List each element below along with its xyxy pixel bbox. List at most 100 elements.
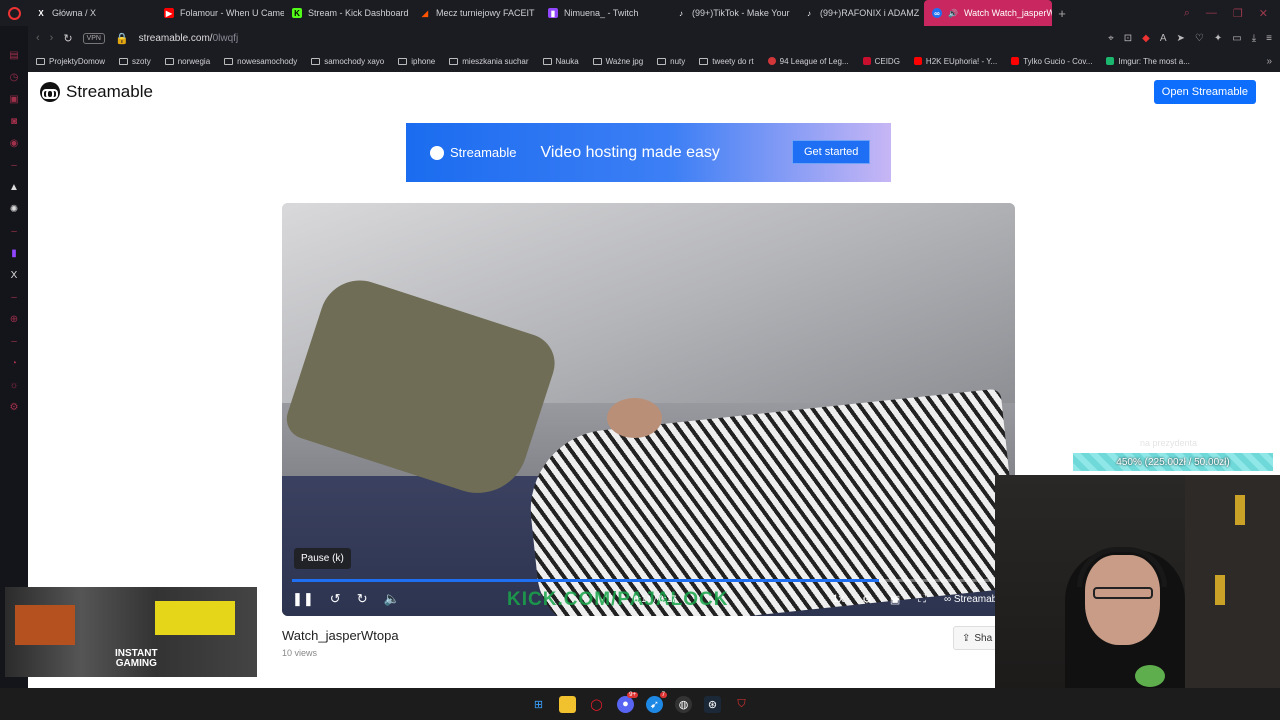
share-icon: ⇪ [962,632,971,644]
bag-icon[interactable]: ▣ [8,94,20,106]
bookmark-folder[interactable]: samochody xayo [311,57,384,66]
close-icon[interactable]: ✕ [1259,7,1268,20]
tab-kick[interactable]: K Stream - Kick Dashboard [284,0,412,26]
tab-faceit[interactable]: ◢ Mecz turniejowy FACEIT [412,0,540,26]
wallet-icon[interactable]: ▭ [1232,33,1241,44]
bookmark-folder[interactable]: nuty [657,57,685,66]
bookmark-link[interactable]: CEIDG [862,56,900,66]
tab-twitch[interactable]: ▮ Nimuena_ - Twitch [540,0,668,26]
messenger-icon[interactable]: ◙ [8,116,20,128]
maximize-icon[interactable]: ❐ [1233,7,1243,20]
lock-icon[interactable]: 🔒 [115,32,129,45]
tab-tiktok-1[interactable]: ♪ (99+)TikTok - Make Your [668,0,796,26]
bulb-icon[interactable]: ☼ [8,380,20,392]
donation-goal-bar: 450% (225.00zł / 50.00zł) [1073,453,1273,471]
url-field[interactable]: streamable.com/0lwqfj [139,33,239,44]
seek-bar[interactable] [292,579,1005,582]
twitch-icon[interactable]: ▮ [8,248,20,260]
opera-icon[interactable]: ◯ [588,696,605,713]
imgur-icon [1106,57,1115,65]
speed-dial-icon[interactable]: ▤ [8,50,20,62]
open-streamable-button[interactable]: Open Streamable [1153,80,1256,104]
extensions-icon[interactable]: ✦ [1214,33,1222,44]
forward-icon[interactable]: ↻ [357,591,368,607]
more-bookmarks-icon[interactable]: » [1266,56,1280,67]
discord-icon[interactable]: ● 9+ [617,691,638,713]
bookmark-link[interactable]: H2K EUphoria! - Y... [913,57,997,66]
bookmark-folder[interactable]: Nauka [542,57,579,66]
heart-icon[interactable]: ♡ [1195,33,1204,44]
shield-icon[interactable]: ◆ [1142,33,1150,44]
translate-icon[interactable]: A [1160,33,1167,44]
fullscreen-icon[interactable]: ⛶ [918,593,926,606]
folder-icon [657,57,667,65]
speed-button[interactable]: 1x [832,593,844,605]
instant-gaming-ad-overlay: INSTANT GAMING [5,587,257,677]
messenger-icon[interactable]: ➹ 7 [646,691,667,713]
pause-icon[interactable]: ❚❚ [292,591,314,607]
minimize-icon[interactable]: — [1206,7,1217,20]
video-title: Watch_jasperWtopa [282,628,399,643]
bookmark-label: CEIDG [874,56,900,66]
history-icon[interactable]: ◷ [8,72,20,84]
streamable-logo-icon [40,82,60,102]
bookmark-folder[interactable]: ProjektyDomow [36,57,105,66]
get-started-button[interactable]: Get started [792,140,871,164]
new-tab-icon[interactable]: + [1052,6,1072,21]
ad-banner[interactable]: Streamable Video hosting made easy Get s… [406,123,891,182]
ad-logo: Streamable [430,145,516,160]
speaker-icon[interactable]: 🔊 [948,8,958,18]
opera-menu-icon[interactable] [0,0,28,26]
streamable-logo[interactable]: Streamable [40,82,153,102]
streamable-logo-icon [430,145,444,160]
aria-icon[interactable]: ▲ [8,182,20,194]
easy-setup-icon[interactable]: ≡ [1266,33,1272,44]
send-icon[interactable]: ➤ [1177,33,1185,44]
search-tabs-icon[interactable]: ⌕ [1184,7,1190,20]
windows-start-icon[interactable]: ⊞ [530,696,547,713]
folder-icon [119,57,129,65]
obs-icon[interactable]: ◍ [675,695,692,713]
tab-youtube[interactable]: ▶ Folamour - When U Came [156,0,284,26]
pin-icon[interactable]: ⌖ [1108,33,1114,44]
clock-icon[interactable]: ◔ [8,358,20,370]
add-icon[interactable]: ⊕ [8,314,20,326]
reload-icon[interactable]: ↻ [63,32,72,45]
download-icon[interactable]: ⤓ [1252,33,1256,44]
bookmark-folder[interactable]: nowesamochody [224,57,297,66]
volume-icon[interactable]: 🔈 [384,591,400,607]
maps-icon[interactable]: ◉ [8,138,20,150]
bookmark-label: norwegia [177,56,211,66]
snapshot-icon[interactable]: ⊡ [1124,33,1132,44]
bookmark-link[interactable]: Imgur: The most a... [1106,57,1190,66]
vpn-badge[interactable]: VPN [82,32,105,44]
bookmark-folder[interactable]: mieszkania suchar [449,57,529,66]
bookmark-folder[interactable]: iphone [398,57,435,66]
tab-tiktok-2[interactable]: ♪ (99+)RAFONIX i ADAMZ [796,0,924,26]
shield-app-icon[interactable]: ⛉ [733,696,750,713]
league-icon [767,57,776,65]
file-explorer-icon[interactable] [559,695,576,713]
divider-icon: – [11,160,17,171]
forward-icon[interactable]: › [50,32,54,44]
video-player[interactable]: Pause (k) KICK.COM/PAJALOCK ❚❚ ↺ ↻ 🔈 0:1… [282,203,1015,616]
back-icon[interactable]: ‹ [36,32,40,44]
chatgpt-icon[interactable]: ✺ [8,204,20,216]
bookmark-link[interactable]: Tylko Gucio - Cov... [1011,57,1092,66]
tab-streamable[interactable]: ∞ 🔊 Watch Watch_jasperW [924,0,1052,26]
picture-in-picture-icon[interactable]: ▣ [890,593,900,606]
settings-icon[interactable]: ⚙ [8,402,20,414]
x-icon[interactable]: X [8,270,20,282]
bookmark-link[interactable]: 94 League of Leg... [767,57,849,66]
bookmarks-bar: ProjektyDomow szoty norwegia nowesamocho… [28,50,1280,72]
bookmark-label: samochody xayo [324,56,385,66]
bookmark-folder[interactable]: norwegia [164,56,211,66]
steam-icon[interactable]: ⊛ [704,695,721,713]
bookmark-folder[interactable]: Ważne jpg [592,57,643,66]
tab-x[interactable]: X Główna / X [28,0,156,26]
folder-icon [592,57,602,65]
bookmark-folder[interactable]: szoty [119,57,151,66]
settings-icon[interactable]: ⚙ [862,593,872,606]
bookmark-folder[interactable]: tweety do rt [699,57,754,66]
rewind-icon[interactable]: ↺ [330,591,341,607]
